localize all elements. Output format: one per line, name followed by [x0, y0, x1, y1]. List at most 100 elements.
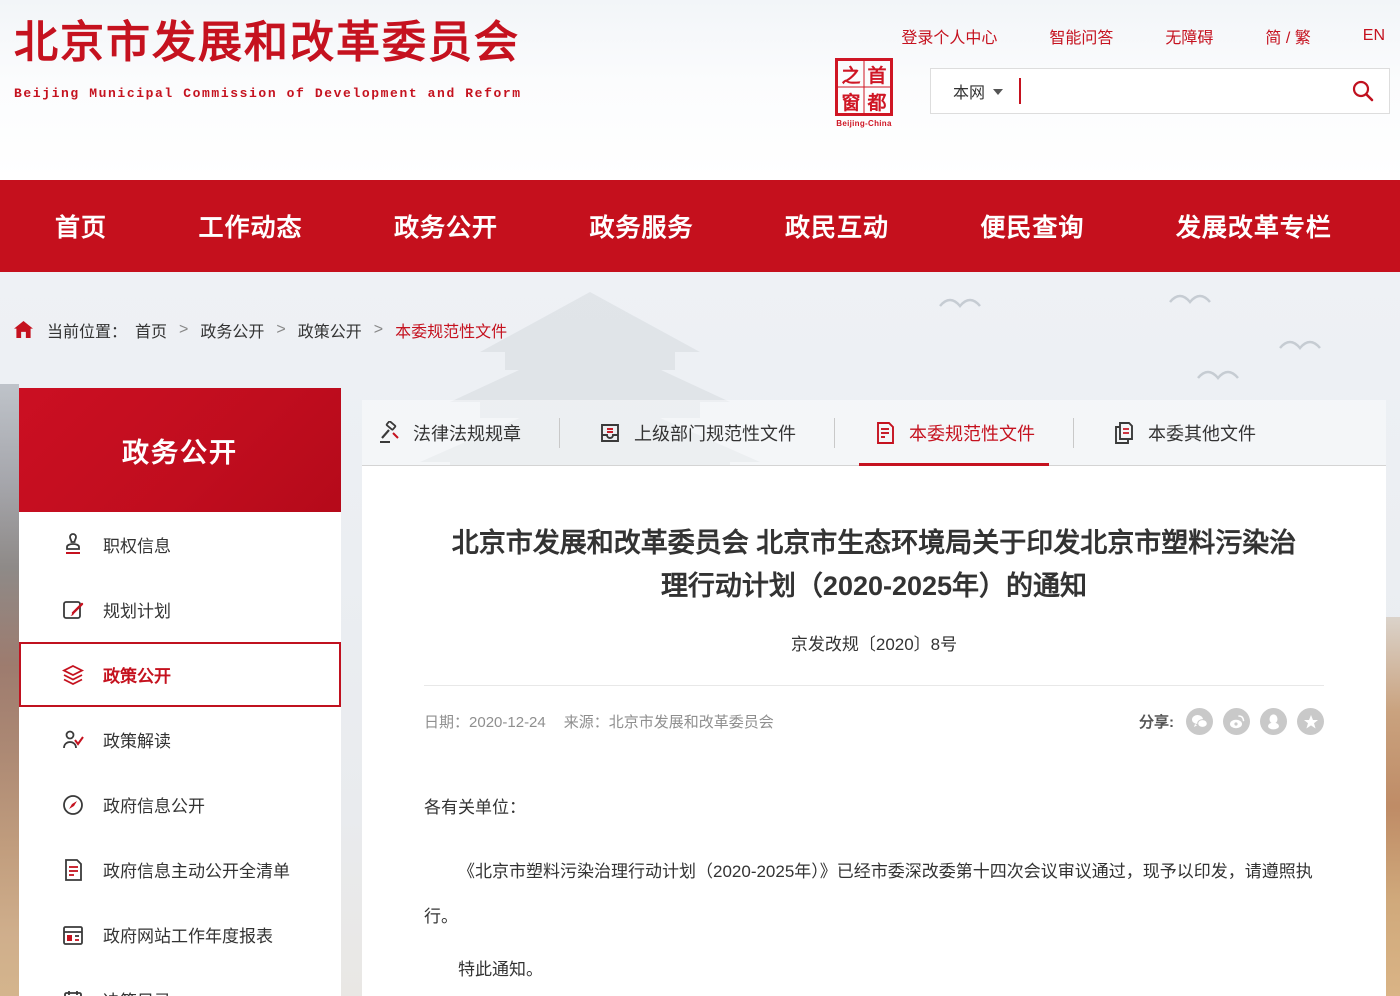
english-link[interactable]: EN: [1363, 27, 1385, 45]
article-meta-row: 日期：2020-12-24来源：北京市发展和改革委员会 分享:: [424, 708, 1324, 735]
stamp-icon: [61, 533, 85, 557]
seal-char: 窗: [838, 88, 864, 115]
tab-label: 本委其他文件: [1148, 420, 1256, 446]
qq-icon: [1267, 714, 1280, 730]
sidebar-item-decision-directory[interactable]: 决策目录: [19, 967, 341, 996]
breadcrumb: 当前位置： 首页 > 政务公开 > 政策公开 > 本委规范性文件: [14, 318, 507, 342]
sidebar-item-planning[interactable]: 规划计划: [19, 577, 341, 642]
article-date: 2020-12-24: [469, 714, 546, 731]
sidebar-item-policy-open[interactable]: 政策公开: [19, 642, 341, 707]
tab-label: 本委规范性文件: [909, 420, 1035, 446]
article-panel: 北京市发展和改革委员会 北京市生态环境局关于印发北京市塑料污染治理行动计划（20…: [362, 466, 1386, 996]
gavel-icon: [377, 421, 401, 445]
tab-laws-regulations[interactable]: 法律法规规章: [377, 400, 521, 465]
home-icon: [14, 321, 33, 339]
nav-item-gov-open[interactable]: 政务公开: [394, 208, 498, 244]
date-label: 日期：: [424, 714, 469, 731]
sidebar-item-label: 政策公开: [103, 662, 171, 687]
top-utility-links: 登录个人中心 智能问答 无障碍 简 / 繁 EN: [901, 24, 1385, 48]
nav-item-work-news[interactable]: 工作动态: [198, 208, 302, 244]
breadcrumb-separator: >: [374, 321, 383, 339]
directory-icon: [61, 988, 85, 996]
inbox-icon: [598, 421, 622, 445]
document-number: 京发改规〔2020〕8号: [424, 630, 1324, 655]
tab-label: 法律法规规章: [413, 420, 521, 446]
sidebar-title: 政务公开: [122, 431, 238, 470]
search-bar: 本网: [930, 68, 1390, 114]
seal-logo-icon: 之 首 窗 都: [835, 58, 893, 116]
sidebar-item-label: 政府信息公开: [103, 792, 205, 817]
nav-item-gov-service[interactable]: 政务服务: [589, 208, 693, 244]
tab-superior-normative-documents[interactable]: 上级部门规范性文件: [598, 400, 796, 465]
accessibility-link[interactable]: 无障碍: [1165, 24, 1213, 48]
share-qzone-button[interactable]: [1297, 708, 1324, 735]
capital-window-seal[interactable]: 之 首 窗 都 Beijing-China: [833, 58, 895, 128]
share-wechat-button[interactable]: [1186, 708, 1213, 735]
seal-caption: Beijing-China: [833, 119, 895, 128]
breadcrumb-policy-open[interactable]: 政策公开: [298, 318, 362, 342]
breadcrumb-home[interactable]: 首页: [135, 318, 167, 342]
nav-item-reform-column[interactable]: 发展改革专栏: [1176, 208, 1332, 244]
checklist-icon: [61, 858, 85, 882]
nav-item-convenience-query[interactable]: 便民查询: [980, 208, 1084, 244]
article-source: 北京市发展和改革委员会: [609, 714, 774, 731]
search-icon: [1351, 79, 1375, 103]
tab-committee-normative-documents[interactable]: 本委规范性文件: [873, 400, 1035, 465]
sidebar-header: 政务公开: [19, 388, 341, 512]
docs-copy-icon: [1112, 421, 1136, 445]
smart-qa-link[interactable]: 智能问答: [1049, 24, 1113, 48]
layers-icon: [61, 663, 85, 687]
tab-divider: [559, 418, 560, 448]
article-title: 北京市发展和改革委员会 北京市生态环境局关于印发北京市塑料污染治理行动计划（20…: [424, 522, 1324, 608]
sidebar-item-website-annual-report[interactable]: 政府网站工作年度报表: [19, 902, 341, 967]
sidebar-item-proactive-disclosure-list[interactable]: 政府信息主动公开全清单: [19, 837, 341, 902]
birds-watermark: [930, 286, 1330, 396]
article-paragraph: 《北京市塑料污染治理行动计划（2020-2025年）》已经市委深改委第十四次会议…: [424, 849, 1324, 939]
sidebar-item-label: 职权信息: [103, 532, 171, 557]
nav-item-interaction[interactable]: 政民互动: [785, 208, 889, 244]
sidebar-item-policy-interpretation[interactable]: 政策解读: [19, 707, 341, 772]
wechat-icon: [1191, 714, 1208, 729]
chevron-down-icon: [993, 89, 1003, 95]
report-icon: [61, 923, 85, 947]
page-body: 当前位置： 首页 > 政务公开 > 政策公开 > 本委规范性文件 政务公开 职权…: [0, 272, 1400, 996]
sidebar-item-label: 决策目录: [103, 987, 171, 996]
login-link[interactable]: 登录个人中心: [901, 24, 997, 48]
search-input[interactable]: [1021, 71, 1343, 111]
right-background-strip: [1385, 617, 1400, 996]
share-qq-button[interactable]: [1260, 708, 1287, 735]
interpret-icon: [61, 728, 85, 752]
meta-divider: [424, 685, 1324, 686]
document-category-tabs: 法律法规规章 上级部门规范性文件 本委规范性文件: [362, 400, 1386, 466]
sidebar-item-label: 政府信息主动公开全清单: [103, 857, 290, 882]
doc-lines-icon: [873, 421, 897, 445]
weibo-icon: [1229, 714, 1245, 729]
article-meta: 日期：2020-12-24来源：北京市发展和改革委员会: [424, 711, 774, 732]
site-logo[interactable]: 北京市发展和改革委员会 Beijing Municipal Commission…: [14, 14, 522, 101]
search-button[interactable]: [1343, 71, 1383, 111]
breadcrumb-gov-open[interactable]: 政务公开: [200, 318, 264, 342]
left-background-strip: [0, 384, 19, 996]
main-nav: 首页 工作动态 政务公开 政务服务 政民互动 便民查询 发展改革专栏: [0, 180, 1400, 272]
tab-committee-other-documents[interactable]: 本委其他文件: [1112, 400, 1256, 465]
breadcrumb-current: 本委规范性文件: [395, 318, 507, 342]
nav-item-home[interactable]: 首页: [55, 208, 107, 244]
seal-char: 都: [864, 88, 890, 115]
sidebar-item-gov-info-open[interactable]: 政府信息公开: [19, 772, 341, 837]
tab-divider: [834, 418, 835, 448]
breadcrumb-prefix: 当前位置：: [47, 318, 127, 342]
article-salutation: 各有关单位：: [424, 793, 1324, 823]
tab-divider: [1073, 418, 1074, 448]
site-subtitle: Beijing Municipal Commission of Developm…: [14, 86, 522, 101]
share-label: 分享:: [1139, 711, 1174, 732]
tab-label: 上级部门规范性文件: [634, 420, 796, 446]
top-header: 北京市发展和改革委员会 Beijing Municipal Commission…: [0, 0, 1400, 180]
share-weibo-button[interactable]: [1223, 708, 1250, 735]
sidebar-item-authority-info[interactable]: 职权信息: [19, 512, 341, 577]
sidebar-item-label: 政府网站工作年度报表: [103, 922, 273, 947]
simplified-traditional-link[interactable]: 简 / 繁: [1265, 24, 1310, 48]
breadcrumb-separator: >: [179, 321, 188, 339]
compass-icon: [61, 793, 85, 817]
sidebar-item-label: 政策解读: [103, 727, 171, 752]
search-scope-dropdown[interactable]: 本网: [931, 79, 1003, 103]
